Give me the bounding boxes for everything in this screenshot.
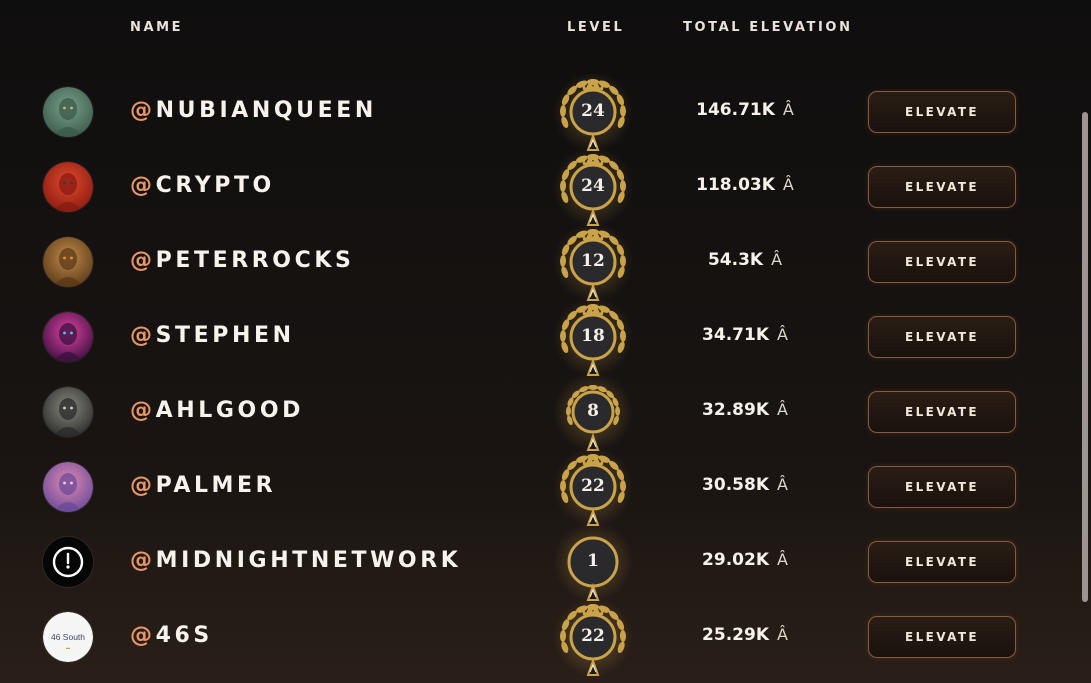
- level-badge: 18: [552, 299, 634, 379]
- username-link[interactable]: @PALMER: [130, 473, 276, 498]
- total-elevation: 29.02K Â: [660, 550, 830, 570]
- elevation-value: 29.02K: [702, 550, 769, 570]
- at-prefix: @: [130, 623, 156, 648]
- table-header: NAME LEVEL TOTAL ELEVATION: [0, 20, 1091, 40]
- level-badge: 12: [552, 224, 634, 304]
- level-badge: 22: [552, 599, 634, 679]
- at-prefix: @: [130, 473, 156, 498]
- level-badge: 8: [552, 374, 634, 454]
- table-row: @STEPHEN 18 34.71K Â ELEVATE: [0, 299, 1091, 377]
- table-row: @NUBIANQUEEN 24 146.71K Â ELEVATE: [0, 74, 1091, 152]
- total-elevation: 146.71K Â: [660, 100, 830, 120]
- elevation-value: 34.71K: [702, 325, 769, 345]
- elevation-value: 25.29K: [702, 625, 769, 645]
- avatar-logo-text: 46 South: [51, 632, 85, 642]
- username-text: AHLGOOD: [155, 398, 304, 423]
- avatar[interactable]: [43, 87, 93, 137]
- elevation-value: 54.3K: [707, 250, 764, 270]
- level-value: 22: [581, 626, 605, 646]
- elevation-unit: Â: [771, 250, 783, 269]
- username-link[interactable]: @MIDNIGHTNETWORK: [130, 548, 461, 573]
- at-prefix: @: [130, 398, 156, 423]
- at-prefix: @: [130, 98, 156, 123]
- elevation-unit: Â: [777, 475, 788, 494]
- avatar[interactable]: [43, 387, 93, 437]
- elevation-unit: Â: [782, 100, 794, 119]
- username-link[interactable]: @AHLGOOD: [130, 398, 304, 423]
- elevation-unit: Â: [782, 175, 794, 194]
- username-text: 46S: [155, 623, 213, 648]
- at-prefix: @: [130, 248, 156, 273]
- username-link[interactable]: @STEPHEN: [130, 323, 295, 348]
- total-elevation: 118.03K Â: [660, 175, 830, 195]
- total-elevation: 54.3K Â: [660, 250, 830, 270]
- column-header-total-elevation: TOTAL ELEVATION: [683, 20, 853, 35]
- elevation-value: 118.03K: [696, 175, 775, 195]
- level-badge: 24: [552, 149, 634, 229]
- total-elevation: 32.89K Â: [660, 400, 830, 420]
- elevation-value: 32.89K: [702, 400, 769, 420]
- table-row: @PETERROCKS 12 54.3K Â ELEVATE: [0, 224, 1091, 302]
- username-text: MIDNIGHTNETWORK: [155, 548, 462, 573]
- level-value: 18: [581, 326, 605, 346]
- level-value: 24: [581, 101, 605, 121]
- elevate-button[interactable]: ELEVATE: [868, 541, 1016, 583]
- table-row: 46 South ▬ @46S 22 25.29K Â ELEVATE: [0, 599, 1091, 677]
- table-row: @MIDNIGHTNETWORK 1 29.02K Â ELEVATE: [0, 524, 1091, 602]
- username-link[interactable]: @46S: [130, 623, 213, 648]
- elevation-unit: Â: [777, 400, 788, 419]
- level-value: 12: [581, 251, 605, 271]
- elevate-button[interactable]: ELEVATE: [868, 241, 1016, 283]
- username-link[interactable]: @NUBIANQUEEN: [130, 98, 377, 123]
- svg-text:▬: ▬: [66, 645, 70, 650]
- level-badge: 24: [552, 74, 634, 154]
- level-badge: 1: [552, 524, 634, 604]
- username-link[interactable]: @CRYPTO: [130, 173, 275, 198]
- avatar[interactable]: [43, 537, 93, 587]
- avatar[interactable]: [43, 462, 93, 512]
- elevate-button[interactable]: ELEVATE: [868, 166, 1016, 208]
- column-header-level: LEVEL: [567, 20, 625, 35]
- username-text: PALMER: [155, 473, 277, 498]
- elevate-button[interactable]: ELEVATE: [868, 616, 1016, 658]
- total-elevation: 34.71K Â: [660, 325, 830, 345]
- username-text: PETERROCKS: [155, 248, 355, 273]
- elevation-unit: Â: [777, 325, 788, 344]
- avatar[interactable]: [43, 312, 93, 362]
- elevate-button[interactable]: ELEVATE: [868, 91, 1016, 133]
- column-header-name: NAME: [130, 20, 184, 35]
- elevate-button[interactable]: ELEVATE: [868, 466, 1016, 508]
- level-value: 1: [587, 551, 599, 571]
- total-elevation: 30.58K Â: [660, 475, 830, 495]
- at-prefix: @: [130, 548, 156, 573]
- level-value: 24: [581, 176, 605, 196]
- at-prefix: @: [130, 323, 156, 348]
- at-prefix: @: [130, 173, 156, 198]
- elevation-unit: Â: [777, 550, 788, 569]
- elevate-button[interactable]: ELEVATE: [868, 391, 1016, 433]
- level-value: 22: [581, 476, 605, 496]
- avatar[interactable]: [43, 162, 93, 212]
- scrollbar-thumb[interactable]: [1082, 112, 1088, 602]
- table-row: @PALMER 22 30.58K Â ELEVATE: [0, 449, 1091, 527]
- table-row: @CRYPTO 24 118.03K Â ELEVATE: [0, 149, 1091, 227]
- avatar[interactable]: 46 South ▬: [43, 612, 93, 662]
- elevation-value: 146.71K: [696, 100, 775, 120]
- table-row: @AHLGOOD 8 32.89K Â ELEVATE: [0, 374, 1091, 452]
- elevate-button[interactable]: ELEVATE: [868, 316, 1016, 358]
- username-text: CRYPTO: [155, 173, 275, 198]
- username-text: NUBIANQUEEN: [155, 98, 377, 123]
- level-value: 8: [587, 401, 599, 421]
- avatar[interactable]: [43, 237, 93, 287]
- elevation-value: 30.58K: [702, 475, 769, 495]
- elevation-unit: Â: [777, 625, 788, 644]
- level-badge: 22: [552, 449, 634, 529]
- username-link[interactable]: @PETERROCKS: [130, 248, 354, 273]
- total-elevation: 25.29K Â: [660, 625, 830, 645]
- username-text: STEPHEN: [155, 323, 295, 348]
